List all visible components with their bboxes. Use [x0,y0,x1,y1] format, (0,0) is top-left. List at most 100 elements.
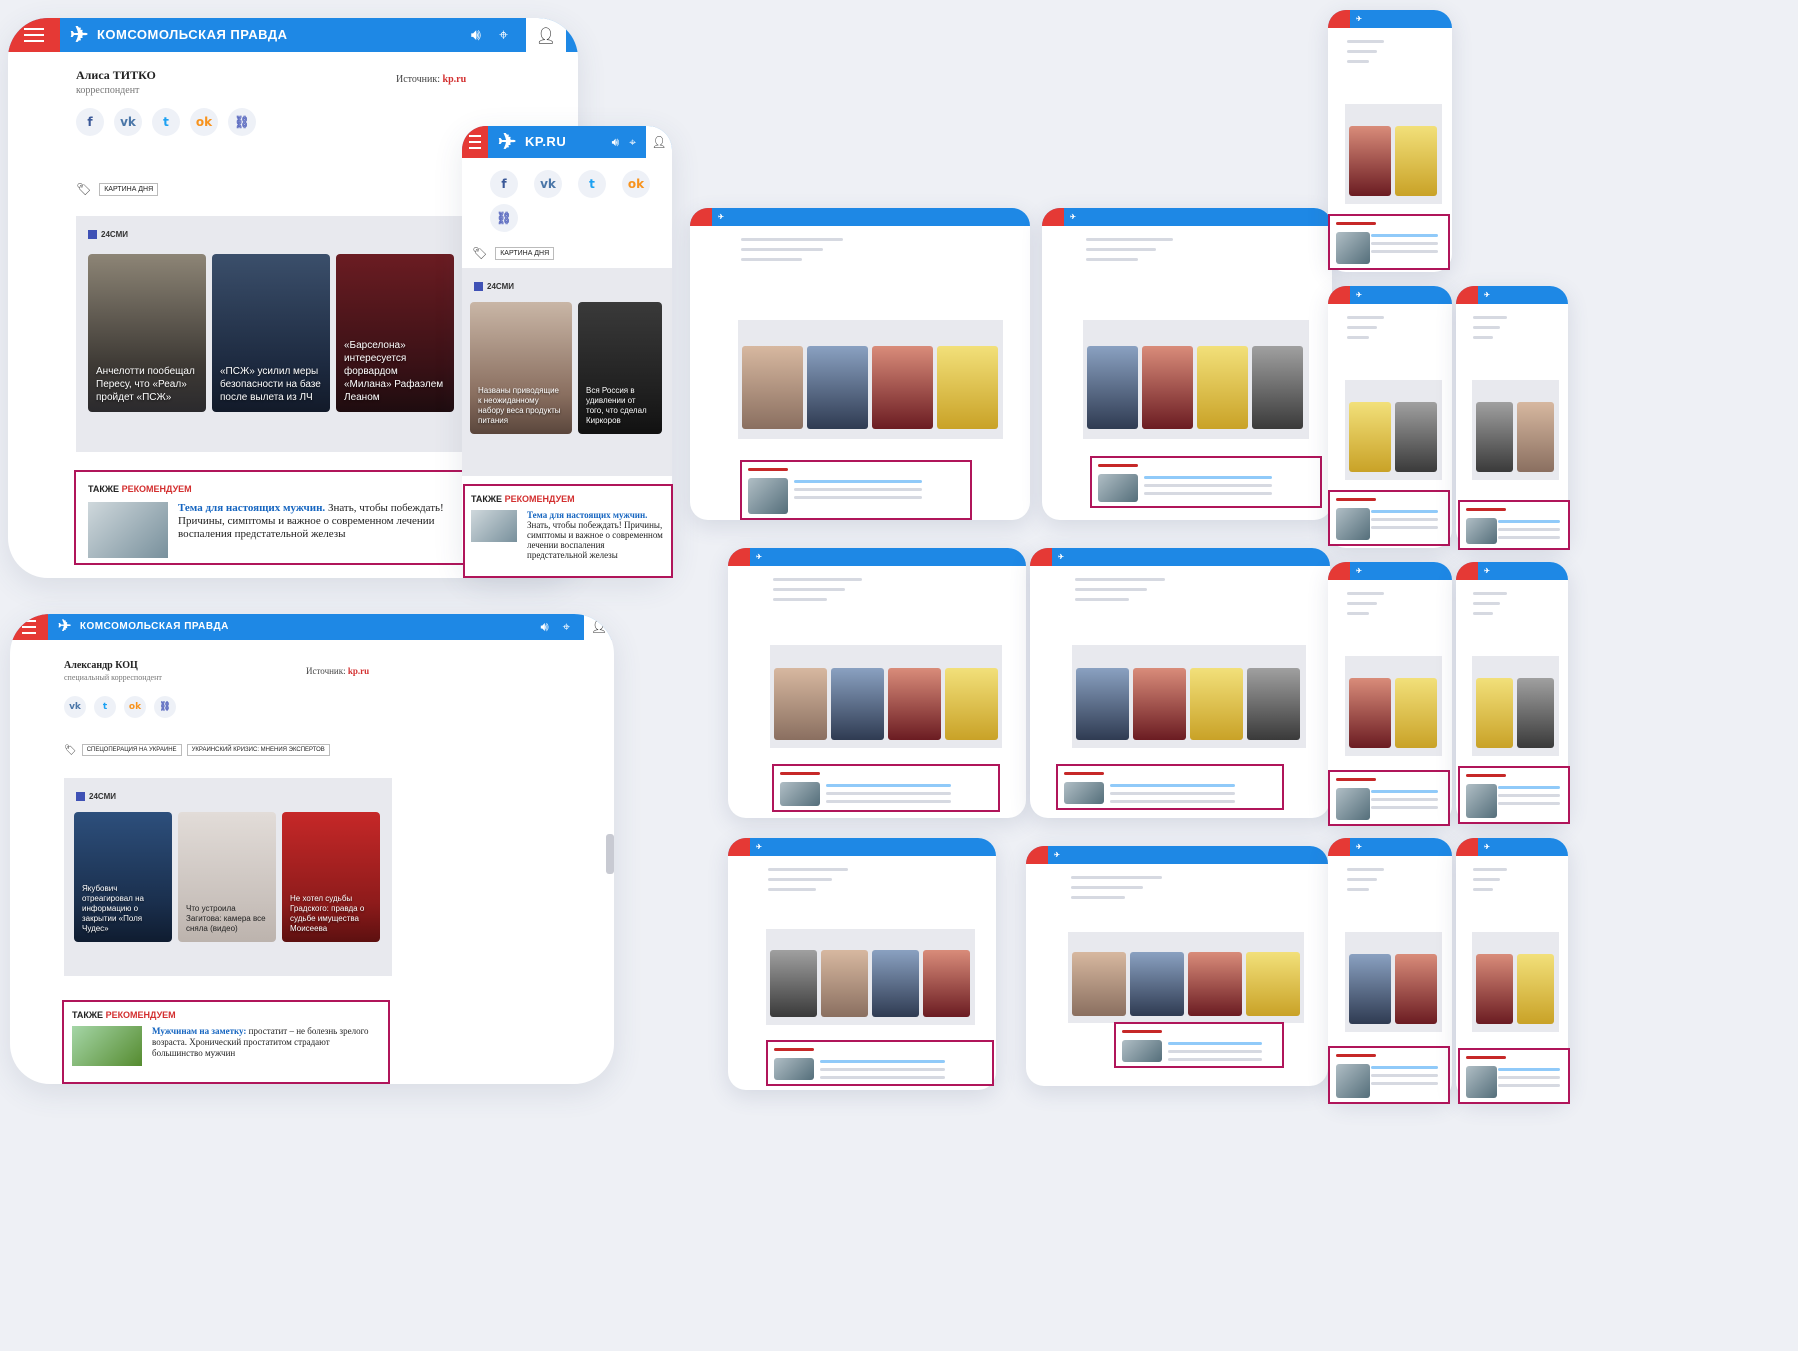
tag-row: 🏷︎ КАРТИНА ДНЯ [76,182,159,196]
news-tile[interactable]: «ПСЖ» усилил меры безопасности на базе п… [212,254,330,412]
mini-recommend-line [1498,802,1561,805]
mini-recommend-title [1122,1030,1162,1033]
mini-menu-icon [1026,846,1048,864]
news-tile[interactable]: Названы приводящие к неожиданному набору… [470,302,572,434]
mini-recommend-thumb [1064,782,1104,804]
vk-icon[interactable]: vk [114,108,142,136]
mini-news-photo [1247,668,1300,740]
mini-news-photo [1246,952,1300,1016]
mini-header: ✈ [690,208,1030,226]
speaker-icon[interactable]: 🔊︎ [612,135,620,150]
recommend-text[interactable]: Мужчинам на заметку: простатит – не боле… [152,1026,380,1066]
mini-text-line [1473,316,1507,319]
location-pin-icon[interactable]: ⌖ [563,620,570,635]
mini-header: ✈ [1328,562,1452,580]
mini-text-line [1347,326,1377,329]
odnoklassniki-icon[interactable]: ok [124,696,146,718]
news-tile[interactable]: Якубович отреагировал на информацию о за… [74,812,172,942]
location-pin-icon[interactable]: ⌖ [629,135,636,150]
author-name[interactable]: Александр КОЦ [64,660,162,671]
facebook-icon[interactable]: f [76,108,104,136]
link-icon[interactable]: ⛓ [490,204,518,232]
mini-news-photo [774,668,827,740]
news-tile[interactable]: Вся Россия в удивлении от того, что сдел… [578,302,662,434]
mini-menu-icon [728,548,750,566]
mini-recommend-frame [1458,500,1570,550]
twitter-icon[interactable]: t [94,696,116,718]
odnoklassniki-icon[interactable]: ok [622,170,650,198]
mini-menu-icon [1042,208,1064,226]
recommend-thumbnail[interactable] [72,1026,142,1066]
mini-logo-icon: ✈ [1484,292,1490,299]
mini-news-photo [1517,402,1554,472]
user-icon[interactable]: 👤︎ [584,614,614,640]
mini-news-photo [872,950,919,1017]
mini-recommend-line [820,1060,945,1063]
author-name[interactable]: Алиса ТИТКО [76,68,156,83]
mini-news-photo [945,668,998,740]
twitter-icon[interactable]: t [152,108,180,136]
tag-special-operation[interactable]: СПЕЦОПЕРАЦИЯ НА УКРАИНЕ [81,744,182,756]
recommend-thumbnail[interactable] [471,510,517,542]
tag-icon: 🏷︎ [76,182,92,196]
mini-recommend-line [826,784,951,787]
mini-header: ✈ [728,548,1026,566]
speaker-icon[interactable]: 🔊︎ [471,25,481,45]
mini-recommend-frame [772,764,1000,812]
mini-text-line [741,258,802,261]
link-icon[interactable]: ⛓ [154,696,176,718]
mini-news-photo [1395,126,1437,196]
mini-recommend-line [794,496,922,499]
mini-text-line [1347,316,1384,319]
mini-logo-icon: ✈ [756,554,762,561]
mini-menu-icon [1328,562,1350,580]
mini-recommend-title [1336,498,1376,501]
mini-news-photo [807,346,868,429]
logo-mark-icon: ✈ [498,129,517,154]
odnoklassniki-icon[interactable]: ok [190,108,218,136]
source-link[interactable]: kp.ru [348,666,369,676]
mini-recommend-thumb [748,478,788,514]
news-tile[interactable]: Анчелотти пообещал Пересу, что «Реал» пр… [88,254,206,412]
mini-text-line [768,878,832,881]
vk-icon[interactable]: vk [64,696,86,718]
link-icon[interactable]: ⛓ [228,108,256,136]
menu-button[interactable] [462,126,488,158]
site-logo[interactable]: ✈ КОМСОМОЛЬСКАЯ ПРАВДА [58,619,229,635]
mini-recommend-title [1064,772,1104,775]
twitter-icon[interactable]: t [578,170,606,198]
mini-news-photo [1087,346,1138,429]
speaker-icon[interactable]: 🔊︎ [540,620,548,635]
facebook-icon[interactable]: f [490,170,518,198]
news-tile[interactable]: «Барселона» интересуется форвардом «Мила… [336,254,454,412]
news-tile[interactable]: Что устроила Загитова: камера все сняла … [178,812,276,942]
site-logo-short[interactable]: ✈ KP.RU [498,129,566,154]
mini-recommend-frame [1328,770,1450,826]
mini-news-photo [1188,952,1242,1016]
recommend-thumbnail[interactable] [88,502,168,558]
tag-ukraine-crisis[interactable]: УКРАИНСКИЙ КРИЗИС: МНЕНИЯ ЭКСПЕРТОВ [186,744,330,756]
mini-news-photo [1395,402,1437,472]
tag-kartina-dnya[interactable]: КАРТИНА ДНЯ [495,246,555,260]
mini-recommend-line [1498,536,1561,539]
mini-recommend-title [1466,774,1506,777]
menu-button[interactable] [10,614,48,640]
source-link[interactable]: kp.ru [443,74,467,85]
mini-news-photo [742,346,803,429]
user-icon[interactable]: 👤︎ [526,18,566,52]
recommend-text[interactable]: Тема для настоящих мужчин. Знать, чтобы … [178,502,460,558]
menu-button[interactable] [8,18,60,52]
mini-text-line [1473,336,1493,339]
site-logo[interactable]: ✈ КОМСОМОЛЬСКАЯ ПРАВДА [70,24,288,46]
scrollbar-thumb[interactable] [606,834,614,874]
user-icon[interactable]: 👤︎ [646,126,672,158]
vk-icon[interactable]: vk [534,170,562,198]
mini-text-line [741,248,823,251]
mini-text-line [773,598,827,601]
recommend-text[interactable]: Тема для настоящих мужчин. Знать, чтобы … [527,510,665,560]
location-pin-icon[interactable]: ⌖ [499,25,508,45]
tag-kartina-dnya[interactable]: КАРТИНА ДНЯ [99,182,159,196]
news-tile[interactable]: Не хотел судьбы Градского: правда о судь… [282,812,380,942]
site-header: ✈ КОМСОМОЛЬСКАЯ ПРАВДА 🔊︎ ⌖ 👤︎ [10,614,614,640]
mini-text-line [1075,588,1147,591]
